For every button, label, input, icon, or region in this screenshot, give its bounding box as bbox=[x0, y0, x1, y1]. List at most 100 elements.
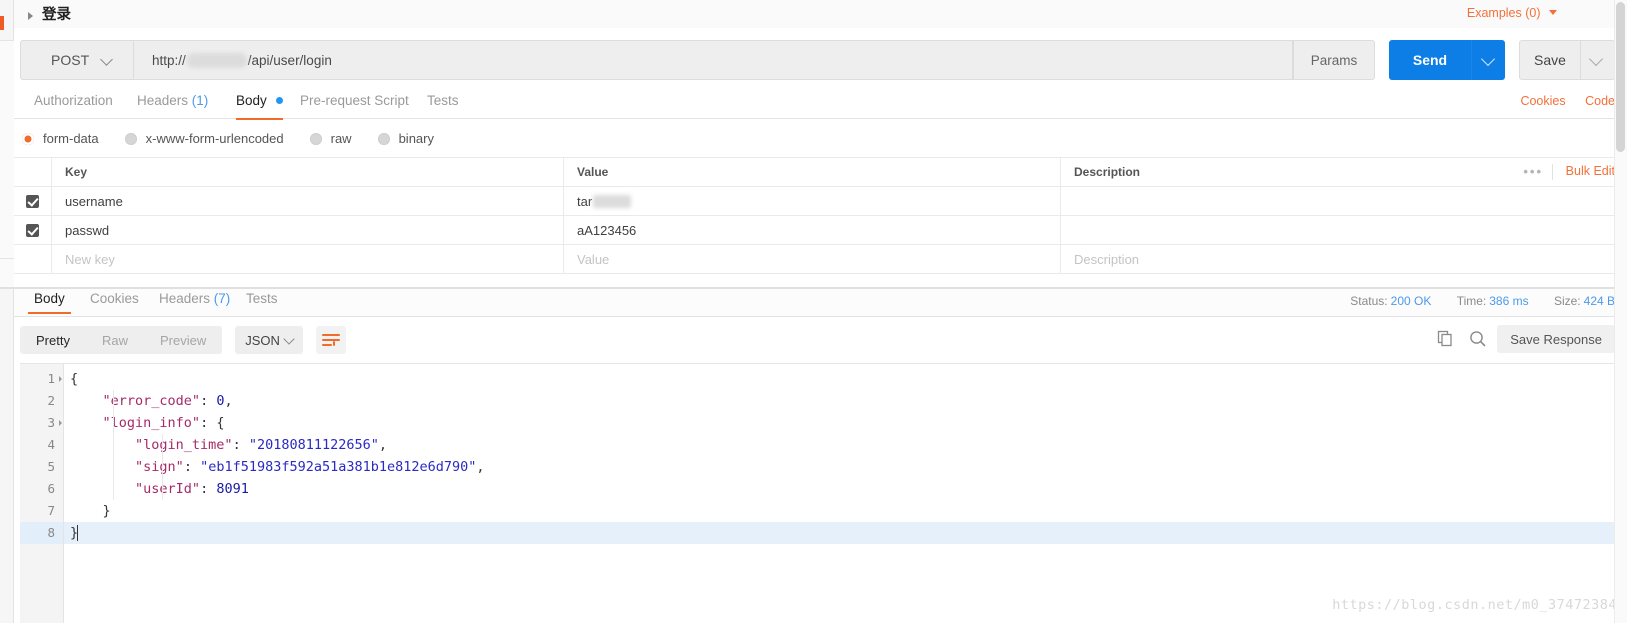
save-response-button[interactable]: Save Response bbox=[1497, 325, 1615, 353]
method-label: POST bbox=[51, 52, 90, 68]
code-line: { bbox=[70, 371, 79, 387]
url-prefix: http:// bbox=[152, 52, 186, 68]
response-meta: Status: 200 OK Time: 386 ms Size: 424 B bbox=[1350, 294, 1615, 308]
save-response-label: Save Response bbox=[1510, 331, 1602, 347]
row-value-input[interactable]: aA123456 bbox=[564, 216, 1061, 244]
radio-x-www-form-urlencoded-label: x-www-form-urlencoded bbox=[145, 131, 284, 146]
examples-dropdown[interactable]: Examples (0) bbox=[1467, 6, 1557, 20]
row-value-input[interactable]: tar bbox=[564, 187, 1061, 215]
header-value: Value bbox=[564, 158, 1061, 186]
row-key-input[interactable]: passwd bbox=[52, 216, 564, 244]
url-input[interactable]: http:// /api/user/login bbox=[134, 40, 1293, 80]
row-description-input[interactable] bbox=[1061, 187, 1627, 215]
view-mode-pretty-label: Pretty bbox=[36, 332, 70, 348]
response-pane: Body Cookies Headers (7) Tests Status: 20… bbox=[14, 289, 1627, 623]
bulk-edit-button[interactable]: Bulk Edit bbox=[1566, 164, 1615, 178]
line-number: 4 bbox=[47, 437, 55, 452]
header-check-cell bbox=[14, 158, 52, 186]
page-scrollbar[interactable] bbox=[1614, 0, 1627, 623]
search-icon[interactable] bbox=[1465, 325, 1491, 353]
url-suffix: /api/user/login bbox=[247, 52, 332, 68]
radio-raw[interactable]: raw bbox=[309, 131, 352, 146]
tab-pre-request-script[interactable]: Pre-request Script bbox=[300, 90, 409, 119]
save-button-group: Save bbox=[1519, 40, 1615, 80]
save-options-chevron-down-icon[interactable] bbox=[1581, 40, 1615, 80]
method-selector[interactable]: POST bbox=[20, 40, 134, 80]
line-number: 1 bbox=[20, 368, 63, 390]
response-body-viewer[interactable]: 1 2 3 4 5 6 7 8 { "error_code": 0, "login_info"… bbox=[20, 363, 1615, 623]
send-button[interactable]: Send bbox=[1389, 40, 1471, 80]
response-tab-body-label: Body bbox=[34, 291, 65, 306]
divider bbox=[1552, 164, 1553, 180]
chevron-right-icon[interactable] bbox=[28, 12, 33, 20]
tab-tests-label: Tests bbox=[427, 93, 459, 108]
body-type-radio-group: form-data x-www-form-urlencoded raw bina… bbox=[14, 120, 1627, 158]
send-options-chevron-down-icon[interactable] bbox=[1471, 40, 1505, 80]
left-rail bbox=[0, 0, 14, 623]
row-key-input[interactable]: username bbox=[52, 187, 564, 215]
copy-icon[interactable] bbox=[1433, 325, 1459, 353]
line-number: 2 bbox=[47, 393, 55, 408]
view-mode-preview[interactable]: Preview bbox=[144, 326, 222, 354]
save-button[interactable]: Save bbox=[1519, 40, 1581, 80]
response-tab-cookies[interactable]: Cookies bbox=[90, 291, 139, 306]
cookies-link[interactable]: Cookies bbox=[1520, 94, 1565, 108]
radio-x-www-form-urlencoded[interactable]: x-www-form-urlencoded bbox=[124, 131, 284, 146]
more-options-icon[interactable]: ••• bbox=[1523, 165, 1543, 178]
url-host-redacted bbox=[186, 52, 247, 68]
row-checkbox-cell bbox=[14, 216, 52, 244]
response-toolbar: Pretty Raw Preview JSON Save Response bbox=[14, 317, 1627, 363]
view-mode-preview-label: Preview bbox=[159, 332, 207, 348]
line-number: 3 bbox=[20, 412, 63, 434]
radio-form-data[interactable]: form-data bbox=[22, 131, 99, 146]
code-link[interactable]: Code bbox=[1585, 94, 1615, 108]
radio-icon bbox=[309, 132, 322, 145]
scrollbar-thumb[interactable] bbox=[1616, 2, 1625, 152]
chevron-down-icon bbox=[100, 53, 113, 66]
rail-accent-marker bbox=[0, 16, 4, 30]
status-label: Status: bbox=[1350, 294, 1388, 308]
tab-authorization[interactable]: Authorization bbox=[34, 90, 113, 119]
radio-raw-label: raw bbox=[330, 131, 352, 146]
fold-toggle-icon[interactable] bbox=[59, 420, 62, 426]
code-lines[interactable]: { "error_code": 0, "login_info": { "logi… bbox=[64, 364, 1615, 623]
chevron-down-icon bbox=[283, 333, 295, 345]
row-checkbox[interactable] bbox=[26, 194, 39, 208]
view-mode-raw[interactable]: Raw bbox=[86, 326, 144, 354]
tab-headers[interactable]: Headers (1) bbox=[137, 90, 208, 119]
fold-toggle-icon[interactable] bbox=[59, 376, 62, 382]
examples-label: Examples (0) bbox=[1466, 6, 1541, 20]
row-checkbox[interactable] bbox=[26, 223, 39, 237]
line-number-gutter: 1 2 3 4 5 6 7 8 bbox=[20, 364, 64, 623]
radio-binary[interactable]: binary bbox=[377, 131, 434, 146]
status-value: 200 OK bbox=[1390, 294, 1432, 308]
response-tab-tests[interactable]: Tests bbox=[246, 291, 278, 306]
watermark: https://blog.csdn.net/m0_37472384 bbox=[1332, 597, 1617, 613]
new-value-input[interactable]: Value bbox=[564, 245, 1061, 273]
code-line: "sign": "eb1f51983f592a51a381b1e812e6d79… bbox=[135, 459, 485, 475]
radio-binary-label: binary bbox=[398, 131, 434, 146]
new-row-checkbox-cell bbox=[14, 245, 52, 273]
response-tab-headers[interactable]: Headers (7) bbox=[159, 291, 230, 306]
code-line: "login_info": { bbox=[102, 415, 225, 431]
format-label: JSON bbox=[245, 332, 280, 348]
response-tab-cookies-label: Cookies bbox=[90, 291, 139, 306]
tab-body[interactable]: Body bbox=[236, 90, 283, 120]
format-selector[interactable]: JSON bbox=[235, 326, 304, 354]
response-tab-tests-label: Tests bbox=[246, 291, 278, 306]
line-number: 8 bbox=[20, 522, 63, 544]
new-key-input[interactable]: New key bbox=[52, 245, 564, 273]
view-mode-pretty[interactable]: Pretty bbox=[20, 326, 86, 354]
response-tab-headers-label: Headers bbox=[159, 291, 211, 306]
response-tab-body[interactable]: Body bbox=[28, 291, 71, 314]
tab-headers-count: (1) bbox=[191, 93, 209, 108]
radio-icon bbox=[377, 132, 390, 145]
new-description-input[interactable]: Description bbox=[1061, 245, 1627, 273]
rail-segment-request bbox=[0, 40, 14, 280]
tab-tests[interactable]: Tests bbox=[427, 90, 459, 119]
params-button[interactable]: Params bbox=[1293, 40, 1375, 80]
line-number: 5 bbox=[47, 459, 55, 474]
row-description-input[interactable] bbox=[1061, 216, 1627, 244]
row-value-redacted bbox=[593, 194, 632, 208]
word-wrap-toggle-icon[interactable] bbox=[316, 326, 347, 354]
